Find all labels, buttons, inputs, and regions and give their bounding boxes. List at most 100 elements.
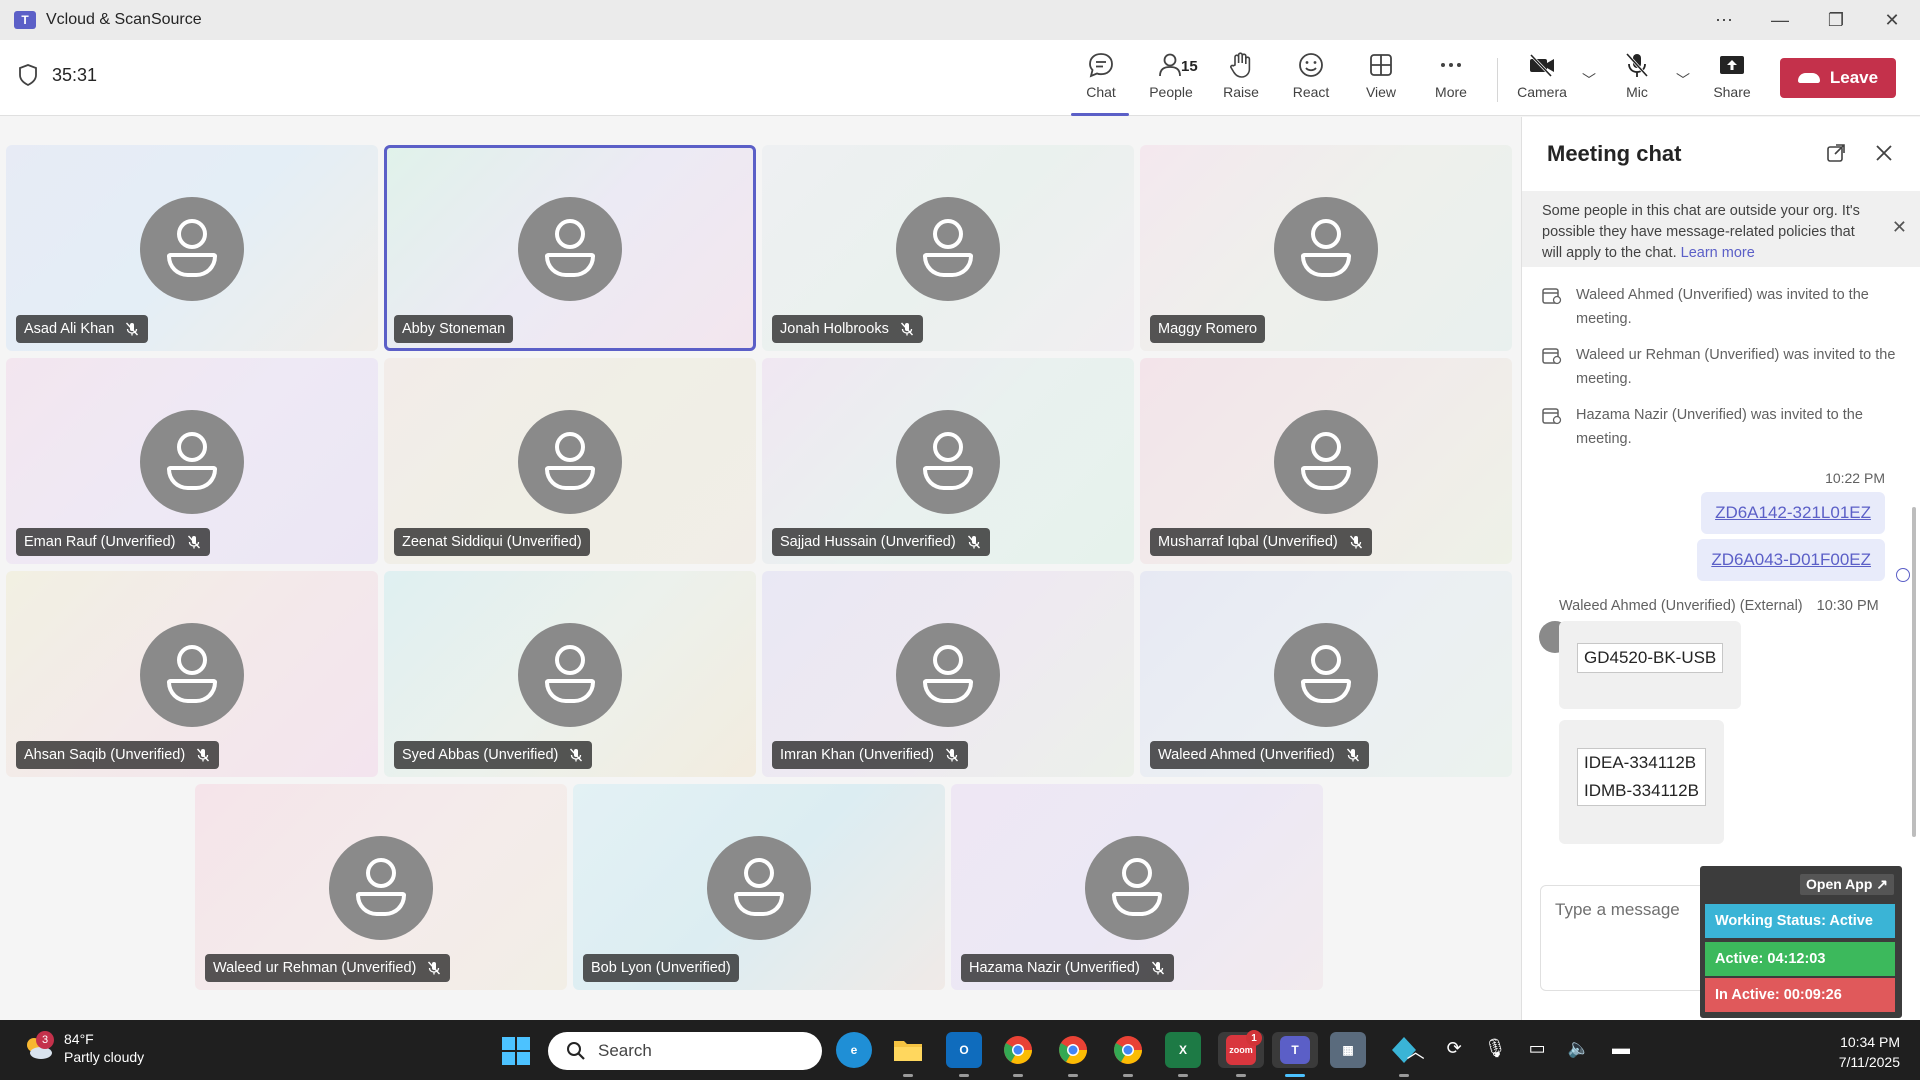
muted-mic-icon <box>124 321 140 337</box>
active-time-row: Active: 04:12:03 <box>1705 942 1895 976</box>
calendar-invite-icon <box>1542 408 1562 425</box>
chat-title: Meeting chat <box>1547 141 1682 166</box>
participant-name: Sajjad Hussain (Unverified) <box>780 534 956 550</box>
react-button[interactable]: React <box>1277 50 1345 110</box>
participant-name: Ahsan Saqib (Unverified) <box>24 747 186 763</box>
incoming-message: GD4520-BK-USB <box>1559 621 1742 709</box>
camera-button[interactable]: Camera <box>1508 50 1576 110</box>
more-options-icon[interactable]: ⋯ <box>1696 0 1752 40</box>
partly-cloudy-icon: 3 <box>22 1031 54 1061</box>
system-tray: ︿ ⟳ 🎙 ▭ 🔈 ▬ <box>1407 1038 1630 1064</box>
sender-timestamp: 10:30 PM <box>1816 598 1879 614</box>
file-explorer-app-icon[interactable] <box>890 1032 926 1077</box>
smiley-icon <box>1299 53 1323 77</box>
participant-tile[interactable]: Asad Ali Khan <box>6 145 378 351</box>
pop-out-icon[interactable] <box>1826 143 1846 163</box>
mic-muted-tray-icon[interactable]: 🎙 <box>1484 1038 1507 1064</box>
participant-tile[interactable]: Imran Khan (Unverified) <box>762 571 1134 777</box>
outlook-app-icon[interactable]: O <box>946 1032 982 1077</box>
volume-icon[interactable]: 🔈 <box>1568 1038 1590 1064</box>
participant-tile[interactable]: Waleed ur Rehman (Unverified) <box>195 784 567 990</box>
participant-name: Maggy Romero <box>1158 321 1258 337</box>
chat-button[interactable]: Chat <box>1067 50 1135 116</box>
taskbar-search-box[interactable]: Search <box>548 1032 822 1070</box>
meeting-timer: 35:31 <box>18 64 97 86</box>
participant-avatar-icon <box>140 197 244 301</box>
my-message-link[interactable]: ZD6A142-321L01EZ <box>1701 492 1885 534</box>
participant-name-tag: Zeenat Siddiqui (Unverified) <box>394 528 590 556</box>
weather-widget[interactable]: 3 84°F Partly cloudy <box>22 1030 144 1066</box>
chrome-profile-2-app-icon[interactable] <box>1110 1032 1146 1077</box>
clock-date: 7/11/2025 <box>1838 1054 1900 1070</box>
more-label: More <box>1435 84 1467 100</box>
open-app-button[interactable]: Open App ↗ <box>1800 874 1894 895</box>
time-tracker-widget: Open App ↗ Working Status: Active Active… <box>1700 866 1902 1018</box>
taskbar-clock[interactable]: 10:34 PM 7/11/2025 <box>1839 1032 1900 1072</box>
more-button[interactable]: More <box>1417 50 1485 110</box>
chat-scrollbar[interactable] <box>1912 507 1916 837</box>
learn-more-link[interactable]: Learn more <box>1681 245 1755 261</box>
camera-options-chevron-icon[interactable]: ﹀ <box>1582 70 1596 90</box>
system-message-text: Waleed Ahmed (Unverified) was invited to… <box>1576 287 1869 327</box>
muted-mic-icon <box>186 534 202 550</box>
system-message-text: Hazama Nazir (Unverified) was invited to… <box>1576 407 1863 447</box>
sync-icon[interactable]: ⟳ <box>1447 1038 1462 1064</box>
participant-tile[interactable]: Zeenat Siddiqui (Unverified) <box>384 358 756 564</box>
network-icon[interactable]: ▭ <box>1529 1038 1546 1064</box>
share-screen-icon <box>1720 56 1744 74</box>
minimize-button[interactable]: — <box>1752 0 1808 40</box>
participant-tile[interactable]: Ahsan Saqib (Unverified) <box>6 571 378 777</box>
participant-avatar-icon <box>140 623 244 727</box>
excel-app-icon[interactable]: X <box>1165 1032 1201 1077</box>
share-button[interactable]: Share <box>1698 50 1766 110</box>
participant-tile[interactable]: Abby Stoneman <box>384 145 756 351</box>
dismiss-notice-icon[interactable]: ✕ <box>1892 217 1907 238</box>
start-button[interactable] <box>502 1037 530 1065</box>
close-chat-icon[interactable] <box>1874 143 1894 163</box>
chrome-profile-app-icon[interactable] <box>1055 1032 1091 1077</box>
close-window-button[interactable]: ✕ <box>1864 0 1920 40</box>
participant-avatar-icon <box>1274 410 1378 514</box>
participant-avatar-icon <box>329 836 433 940</box>
participant-name: Imran Khan (Unverified) <box>780 747 934 763</box>
participant-tile[interactable]: Eman Rauf (Unverified) <box>6 358 378 564</box>
participant-name-tag: Bob Lyon (Unverified) <box>583 954 739 982</box>
system-message: Waleed ur Rehman (Unverified) was invite… <box>1542 343 1912 391</box>
view-button[interactable]: View <box>1347 50 1415 110</box>
edge-app-icon[interactable]: e <box>836 1032 872 1068</box>
raise-label: Raise <box>1223 84 1259 100</box>
participant-avatar-icon <box>140 410 244 514</box>
participant-tile[interactable]: Maggy Romero <box>1140 145 1512 351</box>
maximize-button[interactable]: ❐ <box>1808 0 1864 40</box>
system-message-text: Waleed ur Rehman (Unverified) was invite… <box>1576 347 1896 387</box>
zoom-app-icon[interactable]: zoom 1 <box>1218 1030 1264 1077</box>
my-message-link[interactable]: ZD6A043-D01F00EZ <box>1697 539 1885 581</box>
participant-name: Bob Lyon (Unverified) <box>591 960 731 976</box>
chrome-app-icon[interactable] <box>1000 1032 1036 1077</box>
inactive-time-row: In Active: 00:09:26 <box>1705 978 1895 1012</box>
chat-label: Chat <box>1086 84 1116 100</box>
people-count: 15 <box>1181 58 1198 75</box>
leave-button[interactable]: Leave <box>1780 58 1896 98</box>
participant-name-tag: Imran Khan (Unverified) <box>772 741 968 769</box>
system-message: Waleed Ahmed (Unverified) was invited to… <box>1542 283 1912 331</box>
participant-tile[interactable]: Jonah Holbrooks <box>762 145 1134 351</box>
video-stage: Asad Ali Khan Abby Stoneman Jonah Holbrook… <box>0 117 1520 1020</box>
calculator-app-icon[interactable]: ▦ <box>1330 1032 1366 1068</box>
teams-app-icon[interactable]: T <box>1272 1032 1318 1077</box>
participant-tile[interactable]: Syed Abbas (Unverified) <box>384 571 756 777</box>
raise-hand-button[interactable]: Raise <box>1207 50 1275 110</box>
people-button[interactable]: 15 People <box>1137 50 1205 110</box>
battery-icon[interactable]: ▬ <box>1612 1038 1630 1064</box>
participant-tile[interactable]: Waleed Ahmed (Unverified) <box>1140 571 1512 777</box>
participant-name-tag: Ahsan Saqib (Unverified) <box>16 741 220 769</box>
show-hidden-icons-chevron-icon[interactable]: ︿ <box>1407 1038 1425 1064</box>
participant-tile[interactable]: Sajjad Hussain (Unverified) <box>762 358 1134 564</box>
muted-mic-icon <box>1150 960 1166 976</box>
participant-tile[interactable]: Musharraf Iqbal (Unverified) <box>1140 358 1512 564</box>
view-label: View <box>1365 84 1397 100</box>
mic-button[interactable]: Mic <box>1603 50 1671 110</box>
participant-tile[interactable]: Hazama Nazir (Unverified) <box>951 784 1323 990</box>
participant-tile[interactable]: Bob Lyon (Unverified) <box>573 784 945 990</box>
mic-options-chevron-icon[interactable]: ﹀ <box>1676 70 1690 90</box>
